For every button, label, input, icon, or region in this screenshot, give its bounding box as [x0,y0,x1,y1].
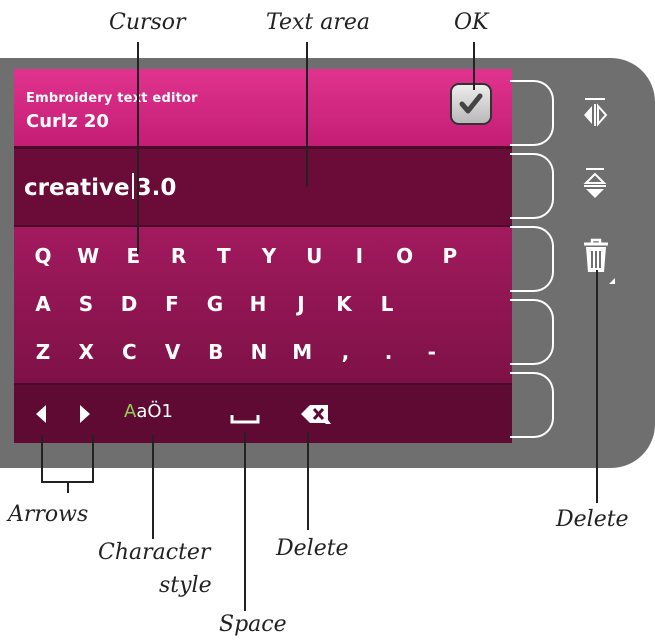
key-3-3[interactable]: C [114,337,144,367]
trash-icon[interactable] [582,236,616,284]
side-button-empty-1[interactable] [510,299,554,365]
leader-arrows-left [41,435,43,483]
leader-arrows-right [92,435,94,483]
key-2-9[interactable]: L [372,289,402,319]
editor-title: Embroidery text editor [26,91,198,106]
callout-space: Space [219,612,287,637]
key-2-7[interactable]: J [286,289,316,319]
mirror-end-to-end-icon[interactable] [582,166,608,204]
backspace-icon[interactable] [300,403,332,427]
callout-cursor: Cursor [109,10,186,35]
key-2-8[interactable]: K [329,289,359,319]
key-1-2[interactable]: W [73,241,103,271]
key-1-3[interactable]: E [118,241,148,271]
leader-ok [473,42,475,90]
space-icon[interactable] [230,413,260,425]
text-cursor [131,173,134,199]
key-3-1[interactable]: Z [28,337,58,367]
leader-text-area [306,42,308,187]
key-2-1[interactable]: A [28,289,58,319]
side-button-delete[interactable] [510,226,554,292]
text-before-cursor: creative [24,175,130,201]
checkmark-icon [459,93,483,114]
key-2-5[interactable]: G [200,289,230,319]
side-button-mirror-end-to-end[interactable] [510,153,554,219]
character-style-button[interactable]: AaÖ1 [124,401,173,422]
key-3-9[interactable]: . [374,337,404,367]
key-1-9[interactable]: O [390,241,420,271]
key-3-4[interactable]: V [158,337,188,367]
leader-delete-side [596,270,598,503]
leader-arrows-stem [67,481,69,493]
key-1-7[interactable]: U [299,241,329,271]
key-2-2[interactable]: S [71,289,101,319]
key-1-5[interactable]: T [209,241,239,271]
text-area[interactable]: creative 3.0 [14,149,512,225]
ok-button[interactable] [450,83,492,125]
callout-text-area: Text area [266,10,370,35]
callout-style: style [159,573,212,598]
text-editor-screen: Embroidery text editor Curlz 20 creative… [14,69,512,443]
leader-character-style [152,435,154,539]
callout-delete-bottom: Delete [276,536,349,561]
callout-character: Character [98,540,211,565]
mirror-side-to-side-icon[interactable] [581,96,609,128]
key-3-2[interactable]: X [71,337,101,367]
key-2-3[interactable]: D [114,289,144,319]
leader-space [244,432,246,611]
arrow-right-icon[interactable] [78,404,92,424]
keyboard: QWERTYUIOP ASDFGHJKL ZXCVBNM,.- [14,227,512,383]
leader-delete-bottom [307,432,309,530]
bottom-bar: AaÖ1 [14,385,512,443]
key-1-8[interactable]: I [344,241,374,271]
side-button-mirror-side-to-side[interactable] [510,80,554,146]
character-style-rest: aÖ1 [136,401,173,422]
key-1-1[interactable]: Q [28,241,58,271]
title-bar: Embroidery text editor Curlz 20 [14,69,512,146]
callout-ok: OK [454,10,489,35]
character-style-accent: A [124,401,137,422]
key-2-6[interactable]: H [243,289,273,319]
key-2-4[interactable]: F [157,289,187,319]
key-3-6[interactable]: N [244,337,274,367]
text-after-cursor: 3.0 [135,175,177,201]
side-button-empty-2[interactable] [510,372,554,438]
arrow-left-icon[interactable] [34,404,48,424]
key-3-7[interactable]: M [287,337,317,367]
text-value: creative 3.0 [24,173,176,201]
key-1-10[interactable]: P [435,241,465,271]
callout-arrows: Arrows [8,502,89,527]
key-1-4[interactable]: R [164,241,194,271]
key-3-5[interactable]: B [201,337,231,367]
key-3-8[interactable]: , [330,337,360,367]
key-3-10[interactable]: - [417,337,447,367]
key-1-6[interactable]: Y [254,241,284,271]
font-name: Curlz 20 [26,111,109,132]
callout-delete-side: Delete [556,507,629,532]
leader-cursor [137,42,139,254]
